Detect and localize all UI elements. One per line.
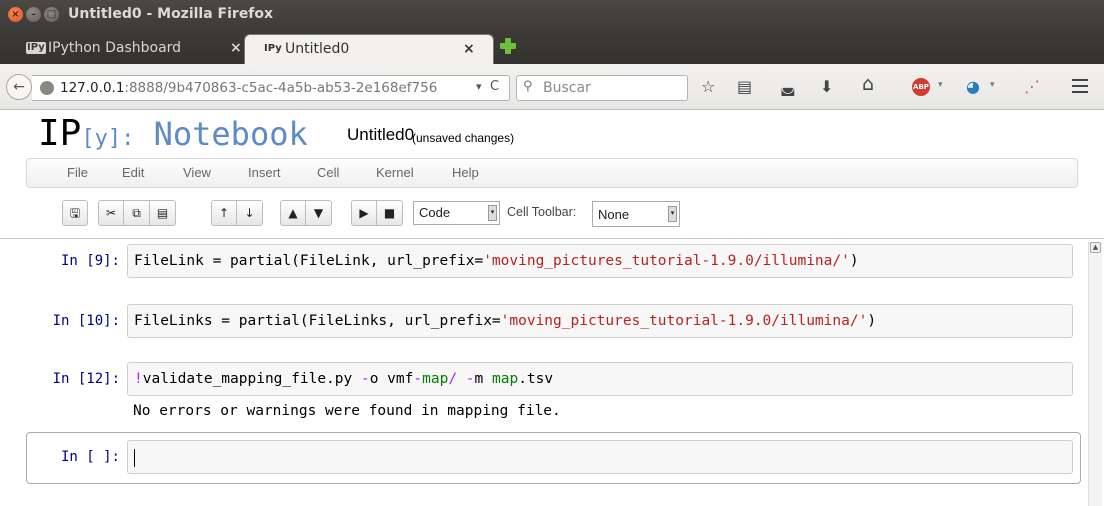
reload-icon[interactable]: C xyxy=(490,79,499,94)
text-cursor xyxy=(134,449,135,467)
paste-icon[interactable]: ▤ xyxy=(150,200,176,226)
cell-toolbar-select[interactable]: None ▾ xyxy=(592,201,680,227)
move-up-icon[interactable]: ↑ xyxy=(211,200,237,226)
bookmarks-list-icon[interactable]: ▤ xyxy=(737,78,752,96)
pocket-icon[interactable]: ◛ xyxy=(780,78,796,96)
cell-prompt: In [10]: xyxy=(52,313,120,329)
code-string: 'moving_pictures_tutorial-1.9.0/illumina… xyxy=(483,253,850,269)
code-text: .tsv xyxy=(518,371,554,387)
hamburger-menu-icon[interactable] xyxy=(1072,79,1088,93)
new-tab-plus-icon[interactable] xyxy=(498,36,518,56)
code-text: o vmf xyxy=(369,371,414,387)
logo-ip: IP xyxy=(38,113,82,154)
menu-edit[interactable]: Edit xyxy=(122,165,144,180)
insert-below-icon[interactable]: ▼ xyxy=(306,200,332,226)
chevron-down-icon: ▾ xyxy=(668,206,677,222)
scroll-up-icon[interactable]: ▲ xyxy=(1090,242,1101,253)
code-magic: ! xyxy=(134,371,143,387)
cell-type-select[interactable]: Code ▾ xyxy=(413,201,500,225)
cell-prompt: In [9]: xyxy=(60,253,120,269)
code-cell-input[interactable]: FileLink = partial(FileLink, url_prefix=… xyxy=(127,244,1073,278)
download-arrow-icon[interactable]: ⬇ xyxy=(820,78,833,96)
code-cell-input[interactable]: FileLinks = partial(FileLinks, url_prefi… xyxy=(127,304,1073,338)
cell-type-value: Code xyxy=(419,205,451,220)
code-string: 'moving_pictures_tutorial-1.9.0/illumina… xyxy=(500,313,868,329)
run-cell-icon[interactable]: ▶ xyxy=(351,200,377,226)
code-operator: / xyxy=(448,371,458,387)
code-text: FileLinks = partial(FileLinks, url_prefi… xyxy=(134,313,501,329)
url-host: 127.0.0.1 xyxy=(60,80,125,96)
code-builtin: map xyxy=(422,371,449,387)
menu-insert[interactable]: Insert xyxy=(248,165,281,180)
tab-untitled0[interactable]: IPy Untitled0 × xyxy=(244,34,494,64)
code-text: ) xyxy=(849,253,859,269)
tab-strip: IPy IPython Dashboard × IPy Untitled0 × xyxy=(0,30,1104,64)
code-operator: - xyxy=(465,371,475,387)
url-bar[interactable]: 127.0.0.1:8888/9b470863-c5ac-4a5b-ab53-2… xyxy=(32,75,510,101)
ipython-favicon-icon: IPy xyxy=(264,43,282,54)
notebook-scrollbar[interactable]: ▲ xyxy=(1088,242,1102,506)
site-identity-globe-icon[interactable] xyxy=(40,81,54,95)
cell-prompt: In [ ]: xyxy=(60,449,120,465)
logo-notebook: Notebook xyxy=(134,115,308,153)
notebook-save-status: (unsaved changes) xyxy=(412,131,515,145)
bookmark-star-icon[interactable]: ☆ xyxy=(701,78,715,96)
globe-extension-dropdown-icon[interactable]: ▾ xyxy=(990,80,995,90)
chevron-down-icon: ▾ xyxy=(488,205,497,221)
tab-label: IPython Dashboard xyxy=(48,40,182,56)
menu-file[interactable]: File xyxy=(67,165,88,180)
tab-close-icon[interactable]: × xyxy=(463,35,475,63)
code-text: ) xyxy=(867,313,877,329)
code-text: FileLink = partial(FileLink, url_prefix= xyxy=(134,253,484,269)
tab-label: Untitled0 xyxy=(285,41,350,57)
home-icon[interactable]: ⌂ xyxy=(862,75,874,94)
search-placeholder: Buscar xyxy=(543,80,591,96)
url-text[interactable]: 127.0.0.1:8888/9b470863-c5ac-4a5b-ab53-2… xyxy=(60,80,437,96)
window-minimize-button[interactable]: – xyxy=(26,7,41,22)
window-close-button[interactable]: × xyxy=(8,7,23,22)
cell-output: No errors or warnings were found in mapp… xyxy=(133,403,561,419)
insert-above-icon[interactable]: ▲ xyxy=(280,200,306,226)
ipython-favicon-icon: IPy xyxy=(26,42,46,54)
search-bar[interactable]: ⚲ Buscar xyxy=(516,75,688,101)
code-cell-input[interactable]: !validate_mapping_file.py -o vmf-map/ -m… xyxy=(127,362,1073,396)
window-titlebar: × – □ Untitled0 - Mozilla Firefox xyxy=(0,0,1104,30)
copy-icon[interactable]: ⧉ xyxy=(124,200,150,226)
adblock-dropdown-icon[interactable]: ▾ xyxy=(938,80,943,90)
menu-help[interactable]: Help xyxy=(452,165,479,180)
code-operator: - xyxy=(360,371,370,387)
url-path: :8888/9b470863-c5ac-4a5b-ab53-2e168ef756 xyxy=(124,80,438,96)
code-text: validate_mapping_file.py xyxy=(142,371,361,387)
cell-prompt: In [12]: xyxy=(52,371,120,387)
url-history-dropdown-icon[interactable]: ▾ xyxy=(476,80,482,93)
ipython-notebook-logo[interactable]: IP[y]: Notebook xyxy=(38,112,308,161)
adblock-plus-icon[interactable]: ABP xyxy=(912,78,930,96)
code-text: m xyxy=(474,371,492,387)
menu-kernel[interactable]: Kernel xyxy=(376,165,414,180)
window-maximize-button[interactable]: □ xyxy=(44,7,59,22)
globe-extension-icon[interactable]: ◕ xyxy=(966,78,980,96)
menu-view[interactable]: View xyxy=(183,165,211,180)
code-cell-input-active[interactable] xyxy=(127,440,1073,474)
logo-y: [y]: xyxy=(81,126,135,151)
notebook-name[interactable]: Untitled0 xyxy=(347,125,414,145)
search-icon: ⚲ xyxy=(523,79,533,94)
cut-icon[interactable]: ✂ xyxy=(98,200,124,226)
chart-extension-icon[interactable]: ⋰ xyxy=(1024,78,1040,96)
move-down-icon[interactable]: ↓ xyxy=(237,200,263,226)
tab-close-icon[interactable]: × xyxy=(230,34,242,62)
window-title: Untitled0 - Mozilla Firefox xyxy=(68,6,274,22)
cell-toolbar-label: Cell Toolbar: xyxy=(507,205,577,219)
navigation-bar: ← 127.0.0.1:8888/9b470863-c5ac-4a5b-ab53… xyxy=(0,64,1104,110)
code-operator: - xyxy=(413,371,423,387)
save-icon[interactable]: 🖫 xyxy=(62,200,88,226)
tab-ipython-dashboard[interactable]: IPy IPython Dashboard × xyxy=(22,34,254,64)
interrupt-kernel-icon[interactable]: ■ xyxy=(377,200,403,226)
back-arrow-icon[interactable]: ← xyxy=(6,74,32,100)
notebook-menubar: File Edit View Insert Cell Kernel Help xyxy=(26,158,1078,188)
menu-cell[interactable]: Cell xyxy=(317,165,339,180)
cell-toolbar-value: None xyxy=(598,207,630,222)
code-builtin: map xyxy=(491,371,519,387)
